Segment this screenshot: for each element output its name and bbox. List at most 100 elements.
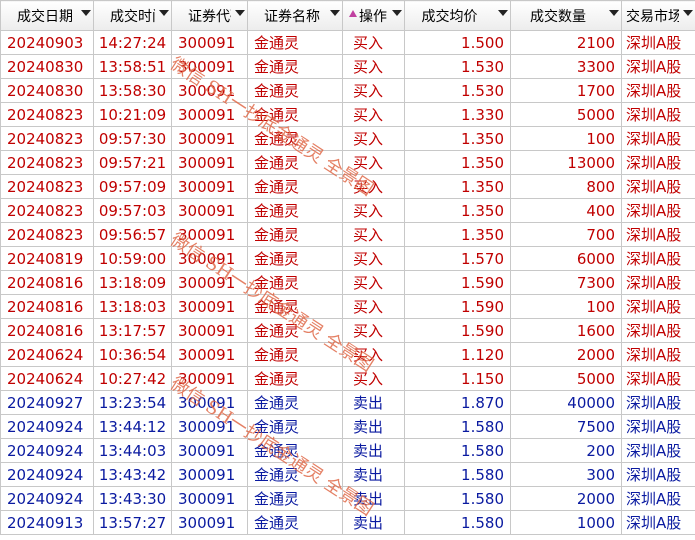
table-row[interactable]: 20240913 13:57:27 300091 金通灵 卖出 1.580 1000 深圳A股: [0, 510, 695, 535]
dropdown-arrow-icon[interactable]: [392, 10, 402, 16]
trade-date-cell: 20240903: [0, 30, 94, 55]
quantity-cell: 5000: [510, 366, 622, 391]
table-row[interactable]: 20240924 13:43:30 300091 金通灵 卖出 1.580 2000 深圳A股: [0, 486, 695, 511]
avg-price-cell: 1.350: [404, 174, 511, 199]
quantity-cell: 7500: [510, 414, 622, 439]
operation-cell: 买入: [342, 222, 405, 247]
table-row[interactable]: 20240624 10:27:42 300091 金通灵 买入 1.150 5000 深圳A股: [0, 366, 695, 391]
security-code-cell: 300091: [171, 294, 248, 319]
avg-price-cell: 1.590: [404, 318, 511, 343]
security-code-cell: 300091: [171, 366, 248, 391]
avg-price-cell: 1.580: [404, 414, 511, 439]
quantity-cell: 1000: [510, 510, 622, 535]
market-cell: 深圳A股: [621, 246, 695, 271]
security-name-cell: 金通灵: [247, 246, 343, 271]
operation-cell: 卖出: [342, 438, 405, 463]
avg-price-cell: 1.350: [404, 222, 511, 247]
table-row[interactable]: 20240823 09:57:21 300091 金通灵 买入 1.350 13000 深圳A…: [0, 150, 695, 175]
column-header-security-code[interactable]: 证券代码: [171, 0, 248, 31]
security-name-cell: 金通灵: [247, 270, 343, 295]
quantity-cell: 3300: [510, 54, 622, 79]
column-header-trade-date[interactable]: 成交日期: [0, 0, 94, 31]
quantity-cell: 5000: [510, 102, 622, 127]
operation-cell: 卖出: [342, 414, 405, 439]
trade-time-cell: 10:59:00: [93, 246, 172, 271]
operation-cell: 买入: [342, 150, 405, 175]
avg-price-cell: 1.350: [404, 198, 511, 223]
table-row[interactable]: 20240816 13:17:57 300091 金通灵 买入 1.590 1600 深圳A股: [0, 318, 695, 343]
security-code-cell: 300091: [171, 438, 248, 463]
column-header-market[interactable]: 交易市场: [621, 0, 695, 31]
avg-price-cell: 1.500: [404, 30, 511, 55]
market-cell: 深圳A股: [621, 150, 695, 175]
column-header-security-name[interactable]: 证券名称: [247, 0, 343, 31]
trade-time-cell: 13:58:30: [93, 78, 172, 103]
trade-time-cell: 13:43:30: [93, 486, 172, 511]
dropdown-arrow-icon[interactable]: [159, 10, 169, 16]
avg-price-cell: 1.350: [404, 150, 511, 175]
operation-cell: 买入: [342, 174, 405, 199]
security-name-cell: 金通灵: [247, 78, 343, 103]
operation-cell: 买入: [342, 54, 405, 79]
column-header-operation[interactable]: 操作: [342, 0, 405, 31]
column-header-quantity[interactable]: 成交数量: [510, 0, 622, 31]
dropdown-arrow-icon[interactable]: [498, 10, 508, 16]
table-row[interactable]: 20240830 13:58:30 300091 金通灵 买入 1.530 1700 深圳A股: [0, 78, 695, 103]
operation-cell: 卖出: [342, 510, 405, 535]
security-name-cell: 金通灵: [247, 54, 343, 79]
security-name-cell: 金通灵: [247, 366, 343, 391]
market-cell: 深圳A股: [621, 390, 695, 415]
quantity-cell: 100: [510, 126, 622, 151]
avg-price-cell: 1.530: [404, 54, 511, 79]
dropdown-arrow-icon[interactable]: [330, 10, 340, 16]
table-row[interactable]: 20240924 13:43:42 300091 金通灵 卖出 1.580 300 深圳A股: [0, 462, 695, 487]
table-row[interactable]: 20240830 13:58:51 300091 金通灵 买入 1.530 3300 深圳A股: [0, 54, 695, 79]
trade-date-cell: 20240924: [0, 462, 94, 487]
operation-cell: 买入: [342, 102, 405, 127]
security-name-cell: 金通灵: [247, 294, 343, 319]
table-row[interactable]: 20240823 09:56:57 300091 金通灵 买入 1.350 700 深圳A股: [0, 222, 695, 247]
table-row[interactable]: 20240823 09:57:30 300091 金通灵 买入 1.350 100 深圳A股: [0, 126, 695, 151]
table-row[interactable]: 20240823 09:57:03 300091 金通灵 买入 1.350 400 深圳A股: [0, 198, 695, 223]
avg-price-cell: 1.570: [404, 246, 511, 271]
table-row[interactable]: 20240924 13:44:12 300091 金通灵 卖出 1.580 7500 深圳A股: [0, 414, 695, 439]
security-code-cell: 300091: [171, 462, 248, 487]
avg-price-cell: 1.580: [404, 438, 511, 463]
dropdown-arrow-icon[interactable]: [235, 10, 245, 16]
table-row[interactable]: 20240927 13:23:54 300091 金通灵 卖出 1.870 40000 深圳A…: [0, 390, 695, 415]
security-name-cell: 金通灵: [247, 126, 343, 151]
table-row[interactable]: 20240903 14:27:24 300091 金通灵 买入 1.500 2100 深圳A股: [0, 30, 695, 55]
dropdown-arrow-icon[interactable]: [609, 10, 619, 16]
quantity-cell: 400: [510, 198, 622, 223]
security-code-cell: 300091: [171, 198, 248, 223]
quantity-cell: 1700: [510, 78, 622, 103]
trade-date-cell: 20240830: [0, 54, 94, 79]
security-code-cell: 300091: [171, 414, 248, 439]
table-row[interactable]: 20240823 09:57:09 300091 金通灵 买入 1.350 800 深圳A股: [0, 174, 695, 199]
table-row[interactable]: 20240819 10:59:00 300091 金通灵 买入 1.570 6000 深圳A股: [0, 246, 695, 271]
market-cell: 深圳A股: [621, 222, 695, 247]
security-name-cell: 金通灵: [247, 318, 343, 343]
market-cell: 深圳A股: [621, 198, 695, 223]
table-row[interactable]: 20240816 13:18:09 300091 金通灵 买入 1.590 7300 深圳A股: [0, 270, 695, 295]
security-code-cell: 300091: [171, 390, 248, 415]
security-code-cell: 300091: [171, 78, 248, 103]
security-code-cell: 300091: [171, 150, 248, 175]
operation-cell: 买入: [342, 270, 405, 295]
operation-cell: 买入: [342, 78, 405, 103]
dropdown-arrow-icon[interactable]: [683, 10, 693, 16]
dropdown-arrow-icon[interactable]: [81, 10, 91, 16]
quantity-cell: 7300: [510, 270, 622, 295]
table-row[interactable]: 20240816 13:18:03 300091 金通灵 买入 1.590 100 深圳A股: [0, 294, 695, 319]
market-cell: 深圳A股: [621, 54, 695, 79]
operation-cell: 买入: [342, 318, 405, 343]
trade-time-cell: 10:21:09: [93, 102, 172, 127]
column-header-avg-price[interactable]: 成交均价: [404, 0, 511, 31]
table-row[interactable]: 20240924 13:44:03 300091 金通灵 卖出 1.580 200 深圳A股: [0, 438, 695, 463]
security-name-cell: 金通灵: [247, 390, 343, 415]
trade-time-cell: 09:57:30: [93, 126, 172, 151]
avg-price-cell: 1.580: [404, 510, 511, 535]
table-row[interactable]: 20240823 10:21:09 300091 金通灵 买入 1.330 5000 深圳A股: [0, 102, 695, 127]
column-header-trade-time[interactable]: 成交时间: [93, 0, 172, 31]
table-row[interactable]: 20240624 10:36:54 300091 金通灵 买入 1.120 2000 深圳A股: [0, 342, 695, 367]
